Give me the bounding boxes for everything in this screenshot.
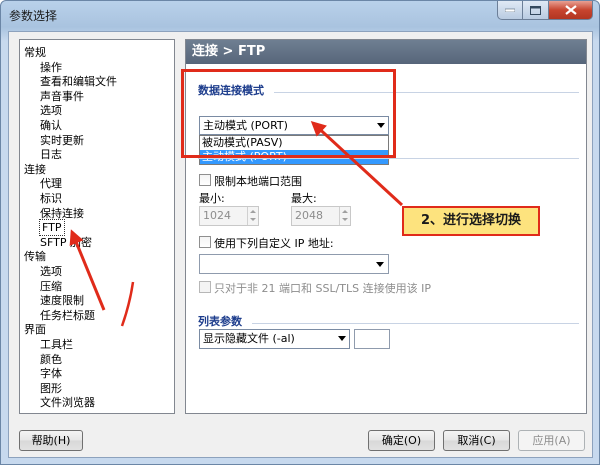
min-port-label: 最小:	[199, 192, 225, 205]
ok-button[interactable]: 确定(O)	[368, 430, 435, 451]
min-port-input[interactable]: 1024	[199, 206, 259, 226]
tree-item[interactable]: 确认	[40, 118, 62, 133]
max-port-label: 最大:	[291, 192, 317, 205]
tree-item[interactable]: 实时更新	[40, 133, 84, 148]
tree-item[interactable]: 文件浏览器	[40, 395, 95, 410]
tree-item[interactable]: FTP	[39, 219, 65, 237]
tree-category[interactable]: 常规	[24, 45, 46, 60]
tree-item[interactable]: 工具栏	[40, 337, 73, 352]
tree-item[interactable]: 选项	[40, 264, 62, 279]
stepper-icon[interactable]	[247, 207, 258, 225]
panel-header: 连接 > FTP	[186, 40, 586, 64]
maximize-button[interactable]	[523, 1, 549, 20]
highlight-box	[181, 69, 396, 158]
tree-item[interactable]: SFTP 加密	[40, 235, 92, 250]
tree-item[interactable]: 保持连接	[40, 206, 84, 221]
chevron-down-icon	[338, 336, 346, 341]
tree-item[interactable]: 任务栏标题	[40, 308, 95, 323]
limit-ports-label: 限制本地端口范围	[214, 175, 302, 188]
list-params-selected: 显示隐藏文件 (-al)	[203, 332, 295, 345]
tree-category[interactable]: 连接	[24, 162, 46, 177]
tree-item[interactable]: 速度限制	[40, 293, 84, 308]
settings-tree[interactable]: 常规 操作 查看和编辑文件 声音事件 选项 确认 实时更新 日志 连接 代理 标识 保持连接 FTP SF…	[19, 39, 175, 414]
apply-button[interactable]: 应用(A)	[518, 430, 585, 451]
tree-item[interactable]: 日志	[40, 147, 62, 162]
custom-ip-input[interactable]	[199, 254, 389, 274]
list-params-select[interactable]: 显示隐藏文件 (-al)	[199, 329, 350, 349]
limit-ports-checkbox[interactable]	[199, 174, 211, 186]
custom-ip-checkbox[interactable]	[199, 236, 211, 248]
max-port-input[interactable]: 2048	[291, 206, 351, 226]
minimize-button[interactable]	[497, 1, 523, 20]
chevron-down-icon	[376, 262, 384, 267]
tree-category[interactable]: 传输	[24, 249, 46, 264]
tree-item[interactable]: 颜色	[40, 352, 62, 367]
tree-item[interactable]: 压缩	[40, 279, 62, 294]
window-title: 参数选择	[9, 9, 58, 23]
only-non21-checkbox[interactable]	[199, 281, 211, 293]
minimize-icon	[505, 8, 515, 12]
list-params-title: 列表参数	[198, 315, 242, 328]
tree-item[interactable]: 声音事件	[40, 89, 84, 104]
window-controls	[497, 1, 593, 21]
tree-item[interactable]: 操作	[40, 60, 62, 75]
help-button[interactable]: 帮助(H)	[19, 430, 83, 451]
close-icon	[564, 5, 577, 15]
list-params-extra-input[interactable]	[354, 329, 390, 349]
annotation-callout: 2、进行选择切换	[402, 206, 540, 236]
cancel-button[interactable]: 取消(C)	[443, 430, 510, 451]
min-port-value: 1024	[203, 209, 231, 222]
tree-item[interactable]: 字体	[40, 366, 62, 381]
tree-category[interactable]: 界面	[24, 322, 46, 337]
ports-separator	[198, 158, 579, 159]
list-params-separator	[252, 323, 579, 324]
title-bar[interactable]: 参数选择	[1, 1, 599, 31]
tree-item[interactable]: 选项	[40, 103, 62, 118]
max-port-value: 2048	[295, 209, 323, 222]
tree-item[interactable]: 查看和编辑文件	[40, 74, 117, 89]
stepper-icon[interactable]	[339, 207, 350, 225]
tree-item[interactable]: 标识	[40, 191, 62, 206]
tree-item[interactable]: 图形	[40, 381, 62, 396]
close-button[interactable]	[549, 1, 593, 20]
only-non21-label: 只对于非 21 端口和 SSL/TLS 连接使用该 IP	[214, 282, 431, 295]
custom-ip-label: 使用下列自定义 IP 地址:	[214, 237, 334, 250]
tree-item[interactable]: 代理	[40, 176, 62, 191]
maximize-icon	[530, 5, 541, 15]
